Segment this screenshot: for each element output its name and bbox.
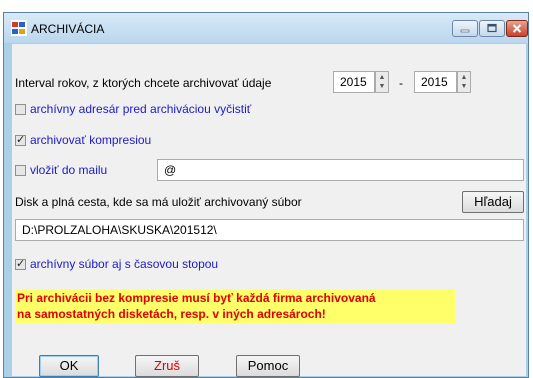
warning-banner: Pri archivácii bez kompresie musí byť ka… [15,289,455,323]
checkmark-icon: ✓ [16,258,26,270]
warning-line-1: Pri archivácii bez kompresie musí byť ka… [17,291,376,305]
window-title: ARCHIVÁCIA [31,22,105,36]
timestamp-label[interactable]: archívny súbor aj s časovou stopou [30,257,218,271]
mail-checkbox[interactable] [15,165,26,176]
year-to-spinner[interactable]: ▲ ▼ [457,71,471,93]
archive-dialog: ARCHIVÁCIA Interval rokov, z ktorých chc… [3,12,529,378]
minimize-icon [460,29,470,33]
maximize-icon [487,23,497,33]
clear-dir-checkbox[interactable] [15,104,26,115]
compress-label[interactable]: archivovať kompresiou [30,133,151,147]
year-from-field[interactable]: 2015 [333,71,375,93]
interval-separator: - [399,76,403,90]
clear-dir-label[interactable]: archívny adresár pred archiváciou vyčist… [30,102,251,116]
title-bar[interactable]: ARCHIVÁCIA [4,13,528,43]
app-icon [11,20,27,36]
spin-down-icon[interactable]: ▼ [459,82,469,91]
ok-button[interactable]: OK [39,355,99,377]
maximize-button[interactable] [479,20,505,37]
help-button[interactable]: Pomoc [236,355,300,377]
spin-up-icon[interactable]: ▲ [459,73,469,82]
year-from-spinner[interactable]: ▲ ▼ [375,71,389,93]
path-field[interactable]: D:\PROLZALOHA\SKUSKA\201512\ [15,219,524,241]
spin-down-icon[interactable]: ▼ [377,82,387,91]
dialog-body: Interval rokov, z ktorých chcete archivo… [12,44,526,377]
interval-label: Interval rokov, z ktorých chcete archivo… [15,76,272,90]
mail-label[interactable]: vložiť do mailu [30,163,107,177]
cancel-button[interactable]: Zruš [135,355,199,377]
browse-button[interactable]: Hľadaj [462,191,524,213]
close-button[interactable] [506,20,528,37]
compress-checkbox[interactable]: ✓ [15,134,26,146]
close-icon [512,24,522,33]
path-label: Disk a plná cesta, kde sa má uložiť arch… [15,195,302,209]
email-field[interactable]: @ [157,159,524,181]
timestamp-checkbox[interactable]: ✓ [15,258,26,270]
warning-line-2: na samostatných disketách, resp. v iných… [17,307,326,321]
spin-up-icon[interactable]: ▲ [377,73,387,82]
minimize-button[interactable] [452,20,478,37]
checkmark-icon: ✓ [16,134,26,146]
year-to-field[interactable]: 2015 [414,71,457,93]
